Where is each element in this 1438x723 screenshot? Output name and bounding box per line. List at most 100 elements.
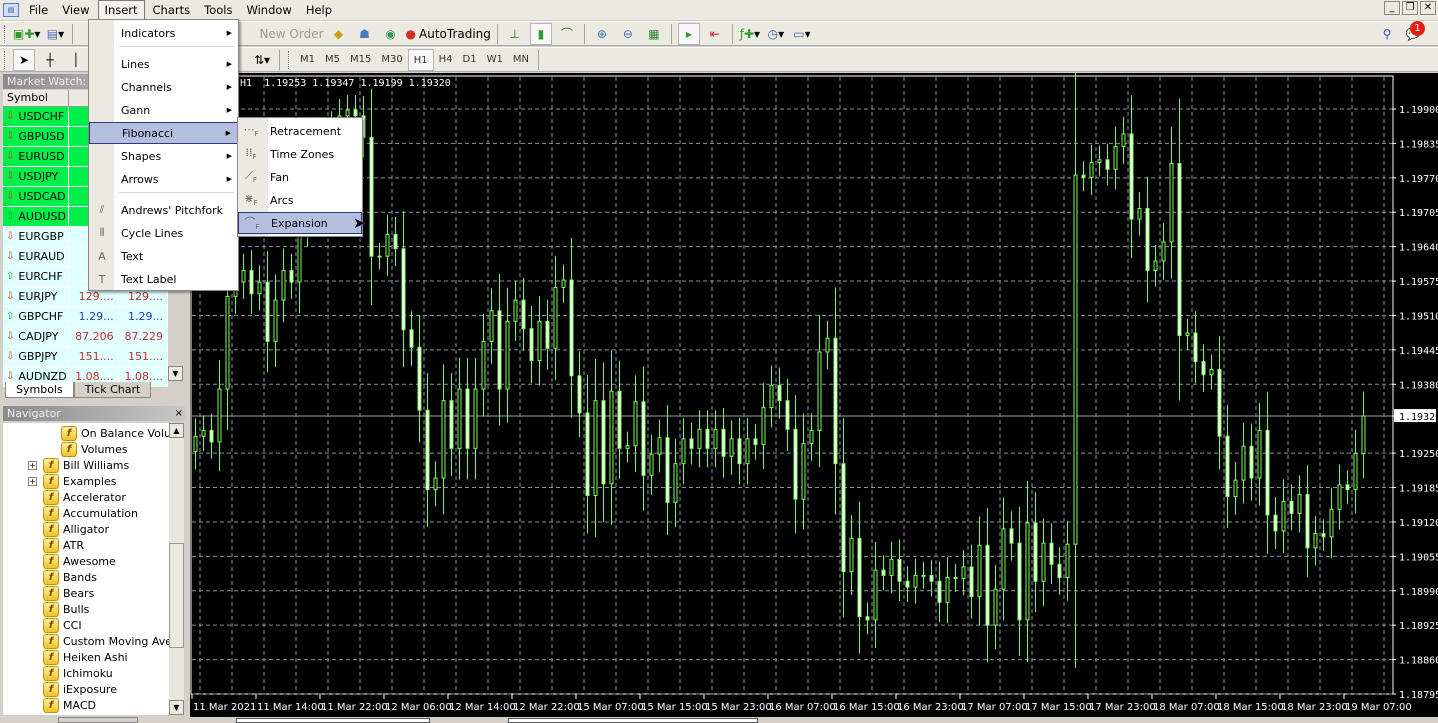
menu-insert[interactable]: Insert [97, 0, 145, 20]
menu-charts[interactable]: Charts [147, 1, 197, 19]
auto-scroll-button[interactable]: ▸ [677, 22, 700, 45]
navigator-item[interactable]: f Accelerator [43, 489, 126, 505]
templates-button[interactable]: ▭ ▾ [791, 23, 813, 45]
profiles-button[interactable]: ▤ ▾ [44, 23, 66, 45]
scroll-thumb[interactable] [169, 543, 184, 648]
market-watch-row[interactable]: ⇩ GBPJPY 151.... 151.... [3, 347, 168, 367]
timeframe-h4[interactable]: H4 [434, 49, 458, 71]
tab-favorites[interactable] [58, 717, 138, 723]
insert-menu-item[interactable]: T Text Label [89, 268, 238, 290]
insert-menu-item[interactable]: Fibonacci ▶ [89, 122, 238, 144]
navigator-item[interactable]: f Alligator [43, 521, 109, 537]
market-watch-row[interactable]: ⇩ CADJPY 87.206 87.229 [3, 327, 168, 347]
timeframe-h1[interactable]: H1 [407, 48, 434, 71]
signals-icon[interactable]: ◉ [380, 23, 402, 45]
menu-window[interactable]: Window [240, 1, 297, 19]
new-chart-button[interactable]: ▣✚ ▾ [13, 23, 40, 45]
minimize-button[interactable]: _ [1384, 1, 1400, 15]
notifications-button[interactable]: 💬1 [1402, 20, 1425, 45]
insert-menu-item[interactable]: Gann ▶ [89, 99, 238, 121]
fibonacci-menu-item[interactable]: ⁞⁞F Time Zones [238, 143, 362, 165]
fibonacci-menu-item[interactable]: ⟋F Fan [238, 166, 362, 188]
close-button[interactable]: ✕ [1420, 1, 1436, 15]
timeframe-mn[interactable]: MN [508, 49, 534, 71]
insert-menu-item[interactable]: A Text [89, 245, 238, 267]
navigator-item[interactable]: f Bulls [43, 601, 89, 617]
insert-menu-item[interactable]: Channels ▶ [89, 76, 238, 98]
autotrading-button[interactable]: ● AutoTrading [406, 23, 491, 45]
navigator-item[interactable]: f Ichimoku [43, 665, 113, 681]
fibonacci-menu-item[interactable]: ⋯F Retracement [238, 120, 362, 142]
navigator-item[interactable]: f Custom Moving Avera [43, 633, 169, 649]
arrows-dropdown[interactable]: ⇅▾ [251, 49, 273, 71]
bid-cell: 1.29... [69, 307, 119, 326]
timeframe-m5[interactable]: M5 [320, 49, 345, 71]
new-order-button[interactable]: New Order [259, 23, 323, 45]
search-icon[interactable]: ⚲ [1376, 23, 1398, 45]
timeframe-m30[interactable]: M30 [376, 49, 407, 71]
insert-menu-item[interactable]: Lines ▶ [89, 53, 238, 75]
chart-shift-button[interactable]: ⇤ [704, 23, 726, 45]
scroll-down-button[interactable]: ▼ [168, 366, 183, 381]
navigator-item[interactable]: f Volumes [61, 441, 128, 457]
crosshair-button[interactable]: ┼ [39, 49, 61, 71]
indicators-button[interactable]: ƒ✚ ▾ [739, 23, 761, 45]
scroll-up-button[interactable]: ▲ [169, 423, 184, 438]
chart-window-tab[interactable] [508, 718, 758, 723]
chart-canvas[interactable]: 1.19900 1.19835 1.19770 1.19705 1.19640 1.195… [190, 51, 1438, 718]
menu-view[interactable]: View [56, 1, 95, 19]
price-chart[interactable]: 1.19900 1.19835 1.19770 1.19705 1.19640 1.195… [190, 51, 1438, 718]
navigator-item[interactable]: f Awesome [43, 553, 116, 569]
navigator-item[interactable]: + f Examples [28, 473, 116, 489]
chart-window-tab[interactable] [236, 718, 430, 723]
bar-chart-button[interactable]: ⊥ [504, 23, 526, 45]
custom-indicator-icon: f [43, 681, 59, 697]
tab-tick-chart[interactable]: Tick Chart [73, 382, 152, 398]
fibonacci-menu-item[interactable]: ⋇F Arcs [238, 189, 362, 211]
navigator-scrollbar[interactable]: ▲ ▼ [169, 423, 184, 715]
insert-menu-item[interactable]: Arrows ▶ [89, 168, 238, 190]
line-chart-button[interactable]: ⌒ [556, 23, 578, 45]
insert-menu-item[interactable]: ⦀ Cycle Lines [89, 222, 238, 244]
navigator-item[interactable]: f Bands [43, 569, 97, 585]
navigator-item[interactable]: + f Bill Williams [28, 457, 129, 473]
zoom-in-icon[interactable]: ⊕ [591, 23, 613, 45]
menu-help[interactable]: Help [300, 1, 338, 19]
menu-item-label: Fibonacci [122, 126, 174, 140]
market-watch-row[interactable]: ⇧ GBPCHF 1.29... 1.29... [3, 307, 168, 327]
expand-icon[interactable]: + [28, 460, 37, 470]
timeframe-m15[interactable]: M15 [345, 49, 376, 71]
menu-tools[interactable]: Tools [198, 1, 238, 19]
timeframe-d1[interactable]: D1 [458, 49, 482, 71]
terminal-icon[interactable]: ☗ [354, 23, 376, 45]
market-watch-scrollbar[interactable]: ▼ [168, 366, 183, 381]
expand-icon[interactable]: + [28, 476, 37, 486]
restore-button[interactable]: ❐ [1402, 1, 1418, 15]
timeframe-m1[interactable]: M1 [295, 49, 320, 71]
vertical-line-button[interactable]: │ [65, 49, 87, 71]
navigator-item[interactable]: f On Balance Volum [61, 425, 169, 441]
scroll-down-button[interactable]: ▼ [169, 700, 184, 715]
zoom-out-icon[interactable]: ⊖ [617, 23, 639, 45]
candlestick-chart-button[interactable]: ▮ [529, 22, 552, 45]
menu-file[interactable]: File [23, 1, 54, 19]
periods-button[interactable]: ◷ ▾ [765, 23, 787, 45]
close-navigator-icon[interactable]: × [175, 406, 183, 421]
navigator-item[interactable]: f ATR [43, 537, 84, 553]
navigator-item[interactable]: f Heiken Ashi [43, 649, 128, 665]
navigator-item[interactable]: f MACD [43, 697, 96, 713]
insert-menu-item[interactable]: Shapes ▶ [89, 145, 238, 167]
metaeditor-icon[interactable]: ◆ [328, 23, 350, 45]
column-symbol[interactable]: Symbol [3, 90, 70, 106]
insert-menu-item[interactable]: ⫽ Andrews' Pitchfork [89, 199, 238, 221]
navigator-item[interactable]: f Bears [43, 585, 94, 601]
insert-menu-item[interactable]: Indicators ▶ [89, 22, 238, 44]
navigator-item[interactable]: f Accumulation [43, 505, 138, 521]
cursor-button[interactable]: ➤ [13, 48, 35, 71]
tile-windows-icon[interactable]: ▦ [643, 23, 665, 45]
tab-symbols[interactable]: Symbols [5, 382, 74, 398]
navigator-item[interactable]: f CCI [43, 617, 82, 633]
fibonacci-menu-item[interactable]: ⌒F Expansion [238, 212, 362, 234]
timeframe-w1[interactable]: W1 [482, 49, 508, 71]
navigator-item[interactable]: f iExposure [43, 681, 117, 697]
